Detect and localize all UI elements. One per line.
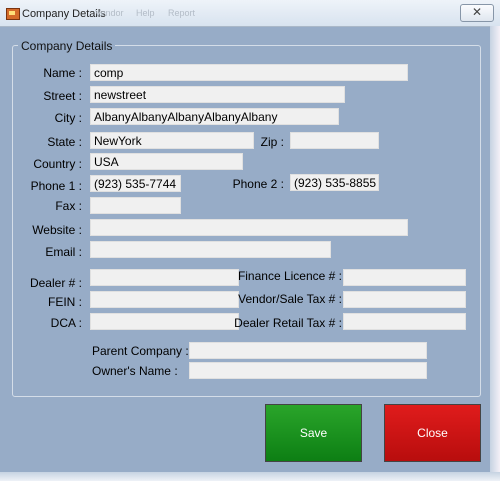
- phone2-label: Phone 2 :: [232, 177, 284, 191]
- email-field[interactable]: [90, 241, 331, 258]
- parent-company-field[interactable]: [189, 342, 427, 359]
- close-button[interactable]: Close: [384, 404, 481, 462]
- window-edge-right: [490, 26, 500, 481]
- dealer-field[interactable]: [90, 269, 239, 286]
- street-field[interactable]: newstreet: [90, 86, 345, 103]
- zip-label: Zip :: [260, 135, 284, 149]
- phone2-field[interactable]: (923) 535-8855: [290, 174, 379, 191]
- fein-field[interactable]: [90, 291, 239, 308]
- state-label: State :: [47, 135, 82, 149]
- close-icon: ✕: [471, 5, 483, 19]
- owners-name-label: Owner's Name :: [92, 364, 178, 378]
- ghost-menu-help: Help: [136, 8, 155, 18]
- company-details-window: Company Details Vendor Help Report ✕ Com…: [0, 0, 500, 481]
- phone1-field[interactable]: (923) 535-7744: [90, 175, 181, 192]
- phone1-label: Phone 1 :: [30, 179, 82, 193]
- finance-licence-field[interactable]: [343, 269, 466, 286]
- website-label: Website :: [32, 223, 82, 237]
- finance-licence-label: Finance Licence # :: [237, 269, 342, 283]
- title-bar: Company Details Vendor Help Report ✕: [0, 0, 500, 27]
- email-label: Email :: [45, 245, 82, 259]
- fein-label: FEIN :: [47, 295, 82, 309]
- dealer-label: Dealer # :: [29, 276, 82, 290]
- window-edge-bottom: [0, 472, 500, 481]
- country-field[interactable]: USA: [90, 153, 243, 170]
- dca-label: DCA :: [50, 316, 82, 330]
- vendor-sale-tax-field[interactable]: [343, 291, 466, 308]
- fax-field[interactable]: [90, 197, 181, 214]
- dealer-retail-tax-label: Dealer Retail Tax # :: [234, 316, 342, 330]
- owners-name-field[interactable]: [189, 362, 427, 379]
- city-field[interactable]: AlbanyAlbanyAlbanyAlbanyAlbany: [90, 108, 339, 125]
- window-title: Company Details: [22, 8, 106, 20]
- vendor-sale-tax-label: Vendor/Sale Tax # :: [238, 292, 342, 306]
- state-field[interactable]: NewYork: [90, 132, 254, 149]
- website-field[interactable]: [90, 219, 408, 236]
- dca-field[interactable]: [90, 313, 239, 330]
- city-label: City :: [54, 111, 82, 125]
- ghost-menu-vendor: Vendor: [95, 8, 124, 18]
- country-label: Country :: [33, 157, 82, 171]
- group-title: Company Details: [18, 39, 116, 53]
- name-field[interactable]: comp: [90, 64, 408, 81]
- fax-label: Fax :: [55, 199, 82, 213]
- ghost-menu-report: Report: [168, 8, 196, 18]
- app-icon: [6, 8, 20, 20]
- parent-company-label: Parent Company :: [92, 344, 189, 358]
- window-close-button[interactable]: ✕: [460, 4, 494, 22]
- name-label: Name :: [43, 66, 82, 80]
- save-button[interactable]: Save: [265, 404, 362, 462]
- street-label: Street :: [43, 89, 82, 103]
- zip-field[interactable]: [290, 132, 379, 149]
- dealer-retail-tax-field[interactable]: [343, 313, 466, 330]
